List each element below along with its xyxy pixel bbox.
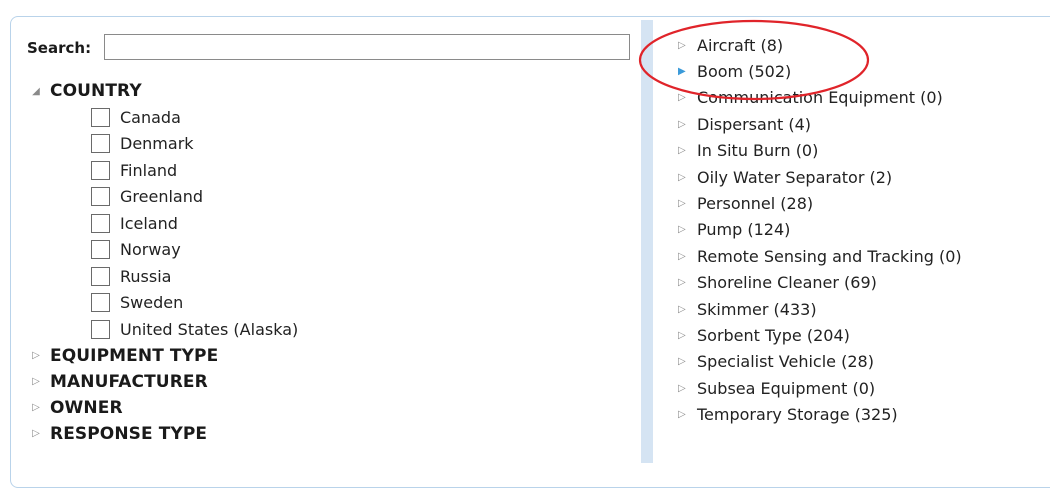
filter-group-label: RESPONSE TYPE — [50, 423, 208, 444]
checkbox[interactable] — [91, 293, 110, 313]
triangle-right-outline-icon[interactable]: ▷ — [678, 119, 690, 130]
checkbox[interactable] — [91, 319, 110, 339]
filter-option-label: United States (Alaska) — [120, 319, 299, 339]
filter-group-owner[interactable]: ▷ OWNER — [25, 395, 298, 421]
filter-option-label: Russia — [120, 266, 172, 286]
filter-group-label: MANUFACTURER — [50, 371, 208, 392]
triangle-right-outline-icon[interactable]: ▷ — [678, 304, 690, 315]
category-label: Dispersant (4) — [697, 114, 811, 134]
filter-option-sweden[interactable]: Sweden — [91, 290, 298, 317]
filter-option-label: Sweden — [120, 293, 184, 313]
filter-pane: Search: ◢ COUNTRY Canada Denmark Finland Gree… — [25, 30, 637, 463]
filter-group-equipment-type[interactable]: ▷ EQUIPMENT TYPE — [25, 343, 298, 369]
category-label: Temporary Storage (325) — [697, 405, 898, 425]
triangle-right-outline-icon[interactable]: ▷ — [678, 277, 690, 288]
filter-group-label: EQUIPMENT TYPE — [50, 345, 219, 366]
category-label: Remote Sensing and Tracking (0) — [697, 246, 962, 266]
checkbox[interactable] — [91, 107, 110, 127]
triangle-right-outline-icon[interactable]: ▷ — [678, 172, 690, 183]
category-item[interactable]: ▷ Dispersant (4) — [678, 111, 962, 137]
checkbox[interactable] — [91, 134, 110, 154]
filter-option-label: Norway — [120, 240, 181, 260]
checkbox[interactable] — [91, 240, 110, 260]
category-label: Pump (124) — [697, 220, 791, 240]
filter-group-label: OWNER — [50, 397, 123, 418]
filter-option-finland[interactable]: Finland — [91, 157, 298, 184]
triangle-right-outline-icon[interactable]: ▷ — [29, 428, 43, 439]
filter-option-russia[interactable]: Russia — [91, 263, 298, 290]
category-label: In Situ Burn (0) — [697, 141, 819, 161]
filter-tree: ◢ COUNTRY Canada Denmark Finland Greenland Ice… — [25, 78, 298, 447]
category-item[interactable]: ▷ Remote Sensing and Tracking (0) — [678, 243, 962, 269]
triangle-right-outline-icon[interactable]: ▷ — [678, 383, 690, 394]
checkbox[interactable] — [91, 266, 110, 286]
category-label: Boom (502) — [697, 62, 792, 82]
category-label: Communication Equipment (0) — [697, 88, 943, 108]
category-item[interactable]: ▷ Oily Water Separator (2) — [678, 164, 962, 190]
category-label: Subsea Equipment (0) — [697, 378, 876, 398]
pane-splitter[interactable] — [641, 20, 653, 463]
filter-option-united-states-alaska[interactable]: United States (Alaska) — [91, 316, 298, 343]
category-item[interactable]: ▷ In Situ Burn (0) — [678, 138, 962, 164]
category-item[interactable]: ▷ Personnel (28) — [678, 190, 962, 216]
filter-group-response-type[interactable]: ▷ RESPONSE TYPE — [25, 421, 298, 447]
filter-option-label: Iceland — [120, 213, 178, 233]
filter-option-iceland[interactable]: Iceland — [91, 210, 298, 237]
category-item[interactable]: ▷ Subsea Equipment (0) — [678, 375, 962, 401]
category-item[interactable]: ▷ Shoreline Cleaner (69) — [678, 270, 962, 296]
triangle-right-outline-icon[interactable]: ▷ — [678, 330, 690, 341]
filter-group-country[interactable]: ◢ COUNTRY — [25, 78, 298, 104]
search-label: Search: — [27, 39, 92, 57]
category-label: Shoreline Cleaner (69) — [697, 273, 877, 293]
triangle-right-filled-icon[interactable]: ▶ — [678, 66, 690, 77]
category-item[interactable]: ▷ Specialist Vehicle (28) — [678, 349, 962, 375]
category-item[interactable]: ▷ Aircraft (8) — [678, 32, 962, 58]
category-label: Personnel (28) — [697, 194, 814, 214]
filter-option-denmark[interactable]: Denmark — [91, 131, 298, 158]
category-item[interactable]: ▷ Communication Equipment (0) — [678, 85, 962, 111]
search-input[interactable] — [104, 34, 630, 60]
category-label: Skimmer (433) — [697, 299, 817, 319]
checkbox[interactable] — [91, 187, 110, 207]
filter-group-label: COUNTRY — [50, 81, 142, 101]
triangle-right-outline-icon[interactable]: ▷ — [29, 376, 43, 387]
category-pane: ▷ Aircraft (8) ▶ Boom (502) ▷ Communication E… — [660, 30, 1050, 463]
filter-option-label: Greenland — [120, 187, 203, 207]
category-list: ▷ Aircraft (8) ▶ Boom (502) ▷ Communication E… — [678, 32, 962, 428]
triangle-right-outline-icon[interactable]: ▷ — [678, 40, 690, 51]
triangle-right-outline-icon[interactable]: ▷ — [678, 251, 690, 262]
category-item[interactable]: ▷ Pump (124) — [678, 217, 962, 243]
triangle-right-outline-icon[interactable]: ▷ — [29, 402, 43, 413]
triangle-down-icon[interactable]: ◢ — [29, 86, 43, 97]
triangle-right-outline-icon[interactable]: ▷ — [678, 145, 690, 156]
category-item[interactable]: ▷ Temporary Storage (325) — [678, 401, 962, 427]
checkbox[interactable] — [91, 213, 110, 233]
category-label: Sorbent Type (204) — [697, 325, 850, 345]
checkbox[interactable] — [91, 160, 110, 180]
triangle-right-outline-icon[interactable]: ▷ — [678, 356, 690, 367]
category-item[interactable]: ▷ Skimmer (433) — [678, 296, 962, 322]
filter-option-norway[interactable]: Norway — [91, 237, 298, 264]
category-item[interactable]: ▶ Boom (502) — [678, 58, 962, 84]
filter-options: Canada Denmark Finland Greenland Iceland Norw… — [91, 104, 298, 343]
category-item[interactable]: ▷ Sorbent Type (204) — [678, 322, 962, 348]
filter-option-label: Canada — [120, 107, 181, 127]
filter-option-greenland[interactable]: Greenland — [91, 184, 298, 211]
category-label: Specialist Vehicle (28) — [697, 352, 874, 372]
triangle-right-outline-icon[interactable]: ▷ — [678, 409, 690, 420]
triangle-right-outline-icon[interactable]: ▷ — [678, 224, 690, 235]
category-label: Aircraft (8) — [697, 35, 784, 55]
filter-option-label: Finland — [120, 160, 178, 180]
category-label: Oily Water Separator (2) — [697, 167, 893, 187]
triangle-right-outline-icon[interactable]: ▷ — [29, 350, 43, 361]
filter-option-label: Denmark — [120, 134, 194, 154]
triangle-right-outline-icon[interactable]: ▷ — [678, 198, 690, 209]
filter-option-canada[interactable]: Canada — [91, 104, 298, 131]
filter-group-manufacturer[interactable]: ▷ MANUFACTURER — [25, 369, 298, 395]
triangle-right-outline-icon[interactable]: ▷ — [678, 92, 690, 103]
